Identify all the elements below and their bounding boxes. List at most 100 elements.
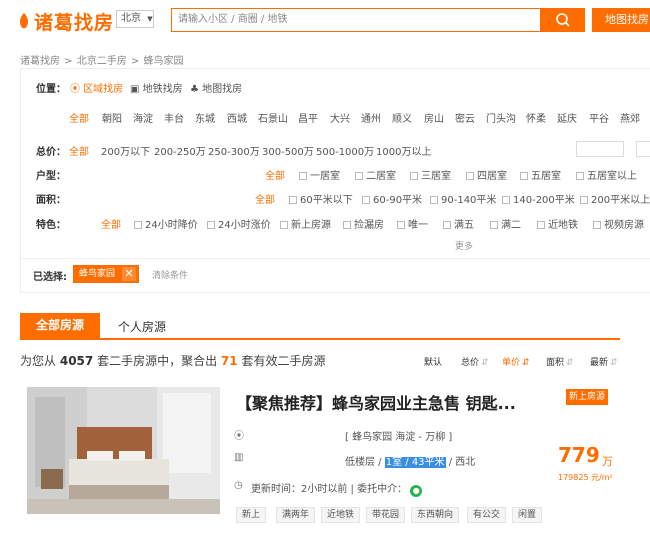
district-item[interactable]: 延庆 xyxy=(557,110,577,125)
layout-option[interactable]: 五居室以上 xyxy=(576,167,637,182)
mode-area-label: 区域找房 xyxy=(83,84,124,95)
map-search-button[interactable]: 地图找房 xyxy=(592,8,650,32)
tab-all-listings[interactable]: 全部房源 xyxy=(20,313,100,338)
checkbox xyxy=(537,221,545,229)
orientation-text: / 西北 xyxy=(445,457,476,468)
area-label: 面积： xyxy=(36,195,66,206)
mode-subway[interactable]: ▣ 地铁找房 xyxy=(130,80,183,95)
listing-tag: 带花园 xyxy=(366,507,406,523)
new-listing-badge: 新上房源 xyxy=(566,389,608,405)
sort-label: 最新 xyxy=(590,358,609,368)
city-selector[interactable]: 北京 ▼ xyxy=(116,10,154,28)
sort-unit-price[interactable]: 单价 ⇵ xyxy=(502,355,530,368)
sort-arrow-icon: ⇵ xyxy=(481,358,489,368)
layout-option[interactable]: 二居室 xyxy=(355,167,396,182)
layout-option[interactable]: 一居室 xyxy=(299,167,340,182)
district-item[interactable]: 顺义 xyxy=(392,110,412,125)
feature-option[interactable]: 满二 xyxy=(490,216,521,231)
layout-option[interactable]: 全部 xyxy=(265,167,285,182)
district-item[interactable]: 东城 xyxy=(195,110,215,125)
listing-tag: 新上 xyxy=(236,507,267,523)
feature-option[interactable]: 24小时涨价 xyxy=(207,216,271,231)
mode-map[interactable]: ♣ 地图找房 xyxy=(190,80,242,95)
listing-title[interactable]: 【聚焦推荐】蜂鸟家园业主急售 钥匙... xyxy=(236,390,516,414)
remove-tag-close-icon[interactable]: ✕ xyxy=(122,267,136,281)
breadcrumb-city[interactable]: 北京二手房 xyxy=(77,56,127,67)
building-icon: ▥ xyxy=(234,452,244,463)
listing-tag: 有公交 xyxy=(467,507,507,523)
clear-filters-link[interactable]: 清除条件 xyxy=(152,268,188,281)
listing-address[interactable]: [ 蜂鸟家园 海淀 - 万柳 ] xyxy=(345,428,452,443)
district-item[interactable]: 怀柔 xyxy=(526,110,546,125)
max-price-input[interactable] xyxy=(636,141,650,157)
sort-newest[interactable]: 最新 ⇵ xyxy=(590,355,618,368)
checkbox xyxy=(289,196,297,204)
district-item[interactable]: 大兴 xyxy=(330,110,350,125)
checkbox xyxy=(490,221,498,229)
district-item[interactable]: 密云 xyxy=(455,110,475,125)
sort-label: 面积 xyxy=(546,358,565,368)
feature-option[interactable]: 24小时降价 xyxy=(134,216,198,231)
feature-option[interactable]: 捡漏房 xyxy=(343,216,384,231)
layout-option[interactable]: 三居室 xyxy=(410,167,451,182)
district-item[interactable]: 房山 xyxy=(424,110,444,125)
district-item[interactable]: 通州 xyxy=(361,110,381,125)
sort-area[interactable]: 面积 ⇵ xyxy=(546,355,574,368)
selected-label: 已选择: xyxy=(33,272,67,283)
area-option[interactable]: 90-140平米 xyxy=(430,191,496,206)
feature-option[interactable]: 近地铁 xyxy=(537,216,578,231)
listing-photo[interactable] xyxy=(27,387,220,514)
listing-layout-info: 低楼层 / 1室 / 43平米 / 西北 xyxy=(345,453,475,468)
feature-option[interactable]: 唯一 xyxy=(397,216,428,231)
area-option[interactable]: 60-90平米 xyxy=(362,191,422,206)
update-text: 更新时间：2小时以前 | 委托中介： xyxy=(251,484,408,495)
district-item[interactable]: 昌平 xyxy=(298,110,318,125)
area-option[interactable]: 200平米以上 xyxy=(580,191,650,206)
checkbox xyxy=(134,221,142,229)
feature-option[interactable]: 全部 xyxy=(101,216,121,231)
district-item[interactable]: 朝阳 xyxy=(102,110,122,125)
feature-option[interactable]: 视频房源 xyxy=(593,216,644,231)
district-item[interactable]: 门头沟 xyxy=(486,110,516,125)
min-price-input[interactable] xyxy=(576,141,624,157)
price-option[interactable]: 300-500万 xyxy=(262,143,314,158)
district-item[interactable]: 石景山 xyxy=(258,110,288,125)
price-option[interactable]: 250-300万 xyxy=(208,143,260,158)
mode-area[interactable]: ⦿ 区域找房 xyxy=(70,80,123,95)
layout-option[interactable]: 五居室 xyxy=(520,167,561,182)
price-option[interactable]: 1000万以上 xyxy=(376,143,431,158)
price-option[interactable]: 200-250万 xyxy=(154,143,206,158)
logo[interactable]: 诸葛找房 xyxy=(18,8,114,35)
district-item[interactable]: 燕郊 xyxy=(620,110,640,125)
tab-personal-listings[interactable]: 个人房源 xyxy=(118,318,166,335)
checkbox xyxy=(430,196,438,204)
district-item[interactable]: 西城 xyxy=(227,110,247,125)
checkbox xyxy=(355,172,363,180)
area-option-label: 60-90平米 xyxy=(373,195,423,206)
search-input[interactable]: 请输入小区 / 商圈 / 地铁 xyxy=(171,8,541,32)
more-button[interactable]: 更多 xyxy=(455,239,473,252)
feature-option-label: 视频房源 xyxy=(604,220,644,231)
district-item[interactable]: 丰台 xyxy=(164,110,184,125)
agent-wechat-icon[interactable]: ● xyxy=(410,485,423,497)
summary-suffix: 套有效二手房源 xyxy=(241,354,326,368)
district-item[interactable]: 海淀 xyxy=(133,110,153,125)
search-button[interactable] xyxy=(541,8,585,32)
feature-option[interactable]: 新上房源 xyxy=(280,216,331,231)
area-option[interactable]: 140-200平米 xyxy=(502,191,575,206)
result-summary: 为您从 4057 套二手房源中，聚合出 71 套有效二手房源 xyxy=(20,352,325,369)
layout-option[interactable]: 四居室 xyxy=(466,167,507,182)
clock-icon: ◷ xyxy=(234,480,243,491)
price-option[interactable]: 500-1000万 xyxy=(316,143,374,158)
breadcrumb-home[interactable]: 诸葛找房 xyxy=(20,56,60,67)
district-item[interactable]: 平谷 xyxy=(589,110,609,125)
price-option[interactable]: 全部 xyxy=(69,143,89,158)
checkbox xyxy=(410,172,418,180)
district-item[interactable]: 全部 xyxy=(69,110,89,125)
sort-total-price[interactable]: 总价 ⇵ xyxy=(461,355,489,368)
area-option[interactable]: 60平米以下 xyxy=(289,191,353,206)
area-option[interactable]: 全部 xyxy=(255,191,275,206)
feature-option[interactable]: 满五 xyxy=(443,216,474,231)
price-option[interactable]: 200万以下 xyxy=(101,143,150,158)
sort-default[interactable]: 默认 xyxy=(424,355,442,368)
